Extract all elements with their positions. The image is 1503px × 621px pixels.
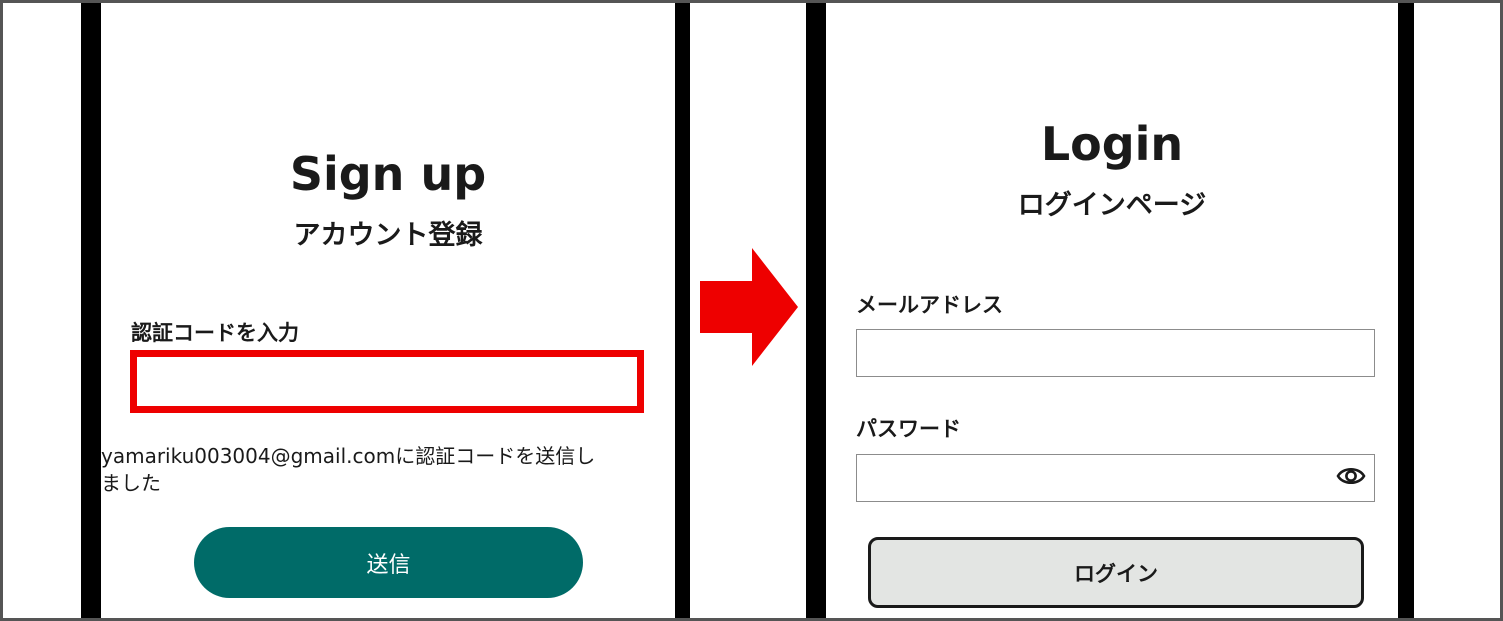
page-title: Sign up [289,147,487,201]
page-subtitle: ログインページ [1017,190,1207,221]
signup-screen: Sign up アカウント登録 認証コードを入力 yamariku003004@… [101,3,675,618]
phone-right-edge [675,3,690,618]
sent-notice-line1: yamariku003004@gmail.comに認証コードを送信し [101,444,596,468]
verification-code-input[interactable] [130,350,644,413]
eye-icon[interactable] [1336,464,1366,488]
page-subtitle: アカウント登録 [293,220,483,251]
phone-left-edge-2 [806,3,826,618]
send-button[interactable]: 送信 [194,527,583,598]
login-button[interactable]: ログイン [868,537,1364,608]
phone-left-edge [81,3,101,618]
email-input[interactable] [856,329,1375,377]
arrow-right-icon [700,248,798,366]
password-input[interactable] [856,454,1375,502]
phone-right-edge-2 [1398,3,1414,618]
password-label: パスワード [856,417,961,441]
email-label: メールアドレス [856,293,1003,317]
page-title: Login [1040,117,1184,171]
sent-notice-line2: ました [101,471,161,495]
code-label: 認証コードを入力 [131,321,299,345]
login-screen: Login ログインページ メールアドレス パスワード ログイン [826,3,1398,618]
